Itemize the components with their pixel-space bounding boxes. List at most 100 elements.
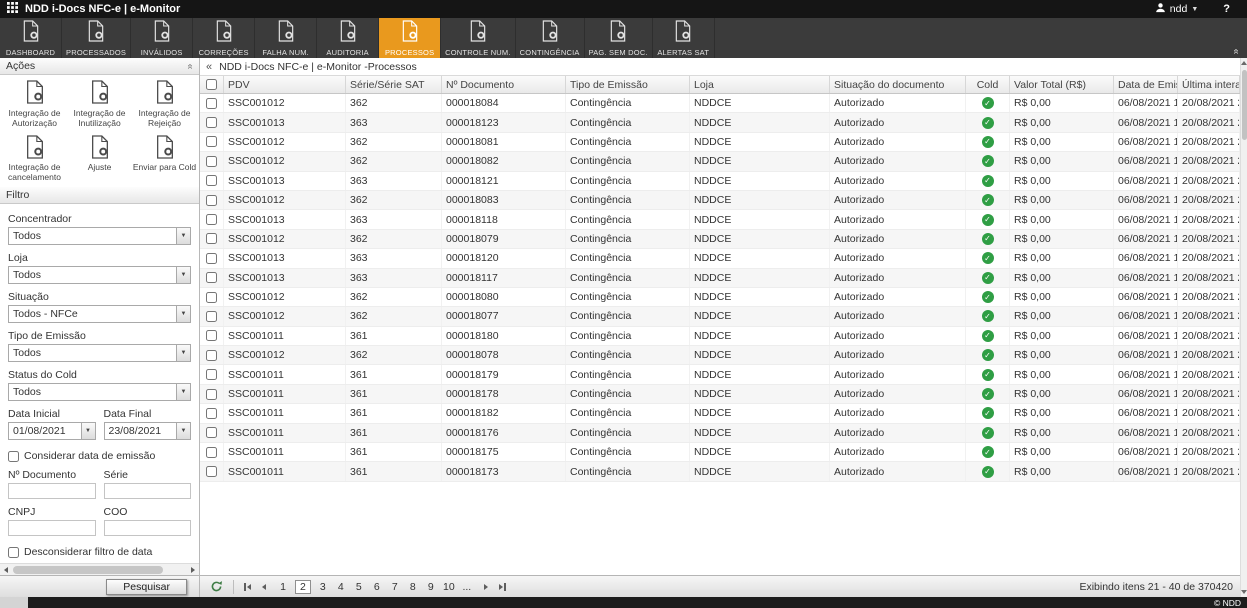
column-header-loja[interactable]: Loja <box>690 76 830 93</box>
table-row[interactable]: SSC001011 361 000018180 Contingência NDD… <box>200 327 1240 346</box>
table-row[interactable]: SSC001012 362 000018079 Contingência NDD… <box>200 230 1240 249</box>
row-checkbox[interactable] <box>206 156 217 167</box>
table-row[interactable]: SSC001011 361 000018175 Contingência NDD… <box>200 443 1240 462</box>
help-icon[interactable]: ? <box>1223 3 1230 15</box>
page-number[interactable]: 2 <box>295 580 311 594</box>
row-checkbox[interactable] <box>206 253 217 264</box>
table-row[interactable]: SSC001012 362 000018081 Contingência NDD… <box>200 133 1240 152</box>
scrollbar-thumb[interactable] <box>13 566 163 574</box>
table-row[interactable]: SSC001013 363 000018117 Contingência NDD… <box>200 269 1240 288</box>
row-checkbox[interactable] <box>206 427 217 438</box>
table-row[interactable]: SSC001012 362 000018078 Contingência NDD… <box>200 346 1240 365</box>
page-number[interactable]: 9 <box>425 581 437 593</box>
column-header-data-emissao[interactable]: Data de Emissão <box>1114 76 1178 93</box>
next-page-button[interactable] <box>481 582 491 592</box>
ribbon-tab-pag-sem-doc[interactable]: PAG. SEM DOC. <box>585 18 653 58</box>
table-row[interactable]: SSC001011 361 000018182 Contingência NDD… <box>200 404 1240 423</box>
page-number[interactable]: 8 <box>407 581 419 593</box>
table-row[interactable]: SSC001012 362 000018077 Contingência NDD… <box>200 307 1240 326</box>
pesquisar-button[interactable]: Pesquisar <box>106 579 187 595</box>
tipo-emissao-select[interactable]: Todos ▼ <box>8 344 191 362</box>
row-checkbox[interactable] <box>206 447 217 458</box>
page-number[interactable]: 3 <box>317 581 329 593</box>
row-checkbox[interactable] <box>206 136 217 147</box>
ribbon-tab-controle-num[interactable]: CONTROLE NUM. <box>441 18 516 58</box>
considerar-data-emissao-row[interactable]: Considerar data de emissão <box>8 450 191 462</box>
considerar-data-emissao-checkbox[interactable] <box>8 451 19 462</box>
row-checkbox[interactable] <box>206 233 217 244</box>
row-checkbox[interactable] <box>206 214 217 225</box>
table-row[interactable]: SSC001011 361 000018178 Contingência NDD… <box>200 385 1240 404</box>
dropdown-arrow-icon[interactable]: ▼ <box>81 423 95 439</box>
ribbon-tab-contingencia[interactable]: CONTINGÊNCIA <box>516 18 585 58</box>
scroll-down-arrow[interactable] <box>1241 587 1247 597</box>
desconsiderar-filtro-checkbox[interactable] <box>8 547 19 558</box>
ribbon-tab-processados[interactable]: PROCESSADOS <box>62 18 131 58</box>
user-menu[interactable]: ndd ▼ <box>1155 2 1198 16</box>
desconsiderar-filtro-row[interactable]: Desconsiderar filtro de data <box>8 546 191 558</box>
ribbon-tab-invalidos[interactable]: INVÁLIDOS <box>131 18 193 58</box>
data-final-picker[interactable]: 23/08/2021 ▼ <box>104 422 192 440</box>
table-row[interactable]: SSC001011 361 000018176 Contingência NDD… <box>200 424 1240 443</box>
row-checkbox[interactable] <box>206 350 217 361</box>
dropdown-arrow-icon[interactable]: ▼ <box>176 345 190 361</box>
cnpj-input[interactable] <box>8 520 96 536</box>
column-header-pdv[interactable]: PDV <box>224 76 346 93</box>
column-header-situacao[interactable]: Situação do documento <box>830 76 966 93</box>
action-integracao-de-inutilizacao[interactable]: Integração de Inutilização <box>67 80 132 131</box>
coo-input[interactable] <box>104 520 192 536</box>
action-enviar-para-cold[interactable]: Enviar para Cold <box>132 135 197 186</box>
page-number[interactable]: 5 <box>353 581 365 593</box>
scrollbar-thumb[interactable] <box>1242 70 1247 140</box>
situacao-select[interactable]: Todos - NFCe ▼ <box>8 305 191 323</box>
table-row[interactable]: SSC001011 361 000018179 Contingência NDD… <box>200 365 1240 384</box>
scroll-up-arrow[interactable] <box>1241 58 1247 68</box>
row-checkbox[interactable] <box>206 466 217 477</box>
loja-select[interactable]: Todos ▼ <box>8 266 191 284</box>
scroll-left-arrow[interactable] <box>0 567 12 573</box>
dropdown-arrow-icon[interactable]: ▼ <box>176 306 190 322</box>
collapse-ribbon-icon[interactable]: « <box>1231 49 1242 55</box>
table-row[interactable]: SSC001013 363 000018123 Contingência NDD… <box>200 113 1240 132</box>
table-row[interactable]: SSC001012 362 000018082 Contingência NDD… <box>200 152 1240 171</box>
sidebar-horizontal-scrollbar[interactable] <box>0 563 199 575</box>
table-row[interactable]: SSC001013 363 000018118 Contingência NDD… <box>200 210 1240 229</box>
row-checkbox[interactable] <box>206 117 217 128</box>
row-checkbox[interactable] <box>206 408 217 419</box>
table-row[interactable]: SSC001013 363 000018121 Contingência NDD… <box>200 172 1240 191</box>
prev-page-button[interactable] <box>259 582 269 592</box>
dropdown-arrow-icon[interactable]: ▼ <box>176 228 190 244</box>
table-row[interactable]: SSC001012 362 000018084 Contingência NDD… <box>200 94 1240 113</box>
collapse-actions-icon[interactable]: « <box>185 63 196 69</box>
scroll-right-arrow[interactable] <box>187 567 199 573</box>
column-header-valor-total[interactable]: Valor Total (R$) <box>1010 76 1114 93</box>
row-checkbox[interactable] <box>206 175 217 186</box>
row-checkbox[interactable] <box>206 369 217 380</box>
scrollbar-track[interactable] <box>12 564 187 575</box>
refresh-button[interactable] <box>207 578 226 595</box>
column-header-documento[interactable]: Nº Documento <box>442 76 566 93</box>
page-number[interactable]: 1 <box>277 581 289 593</box>
table-row[interactable]: SSC001011 361 000018173 Contingência NDD… <box>200 462 1240 481</box>
page-number[interactable]: 7 <box>389 581 401 593</box>
dropdown-arrow-icon[interactable]: ▼ <box>176 423 190 439</box>
serie-input[interactable] <box>104 483 192 499</box>
column-header-cold[interactable]: Cold <box>966 76 1010 93</box>
column-header-serie-sat[interactable]: Série/Série SAT <box>346 76 442 93</box>
ribbon-tab-alertas-sat[interactable]: ALERTAS SAT <box>653 18 715 58</box>
page-number[interactable]: 4 <box>335 581 347 593</box>
ribbon-tab-auditoria[interactable]: AUDITORIA <box>317 18 379 58</box>
ribbon-tab-processos[interactable]: PROCESSOS <box>379 18 441 58</box>
status-cold-select[interactable]: Todos ▼ <box>8 383 191 401</box>
select-all-checkbox[interactable] <box>206 79 217 90</box>
action-integracao-de-autorizacao[interactable]: Integração de Autorização <box>2 80 67 131</box>
row-checkbox[interactable] <box>206 330 217 341</box>
table-row[interactable]: SSC001012 362 000018083 Contingência NDD… <box>200 191 1240 210</box>
collapse-sidebar-icon[interactable]: « <box>206 61 212 73</box>
data-inicial-picker[interactable]: 01/08/2021 ▼ <box>8 422 96 440</box>
page-number[interactable]: 10 <box>443 581 455 593</box>
page-number[interactable]: 6 <box>371 581 383 593</box>
dropdown-arrow-icon[interactable]: ▼ <box>176 267 190 283</box>
vertical-scrollbar[interactable] <box>1240 58 1247 597</box>
first-page-button[interactable] <box>241 581 254 593</box>
